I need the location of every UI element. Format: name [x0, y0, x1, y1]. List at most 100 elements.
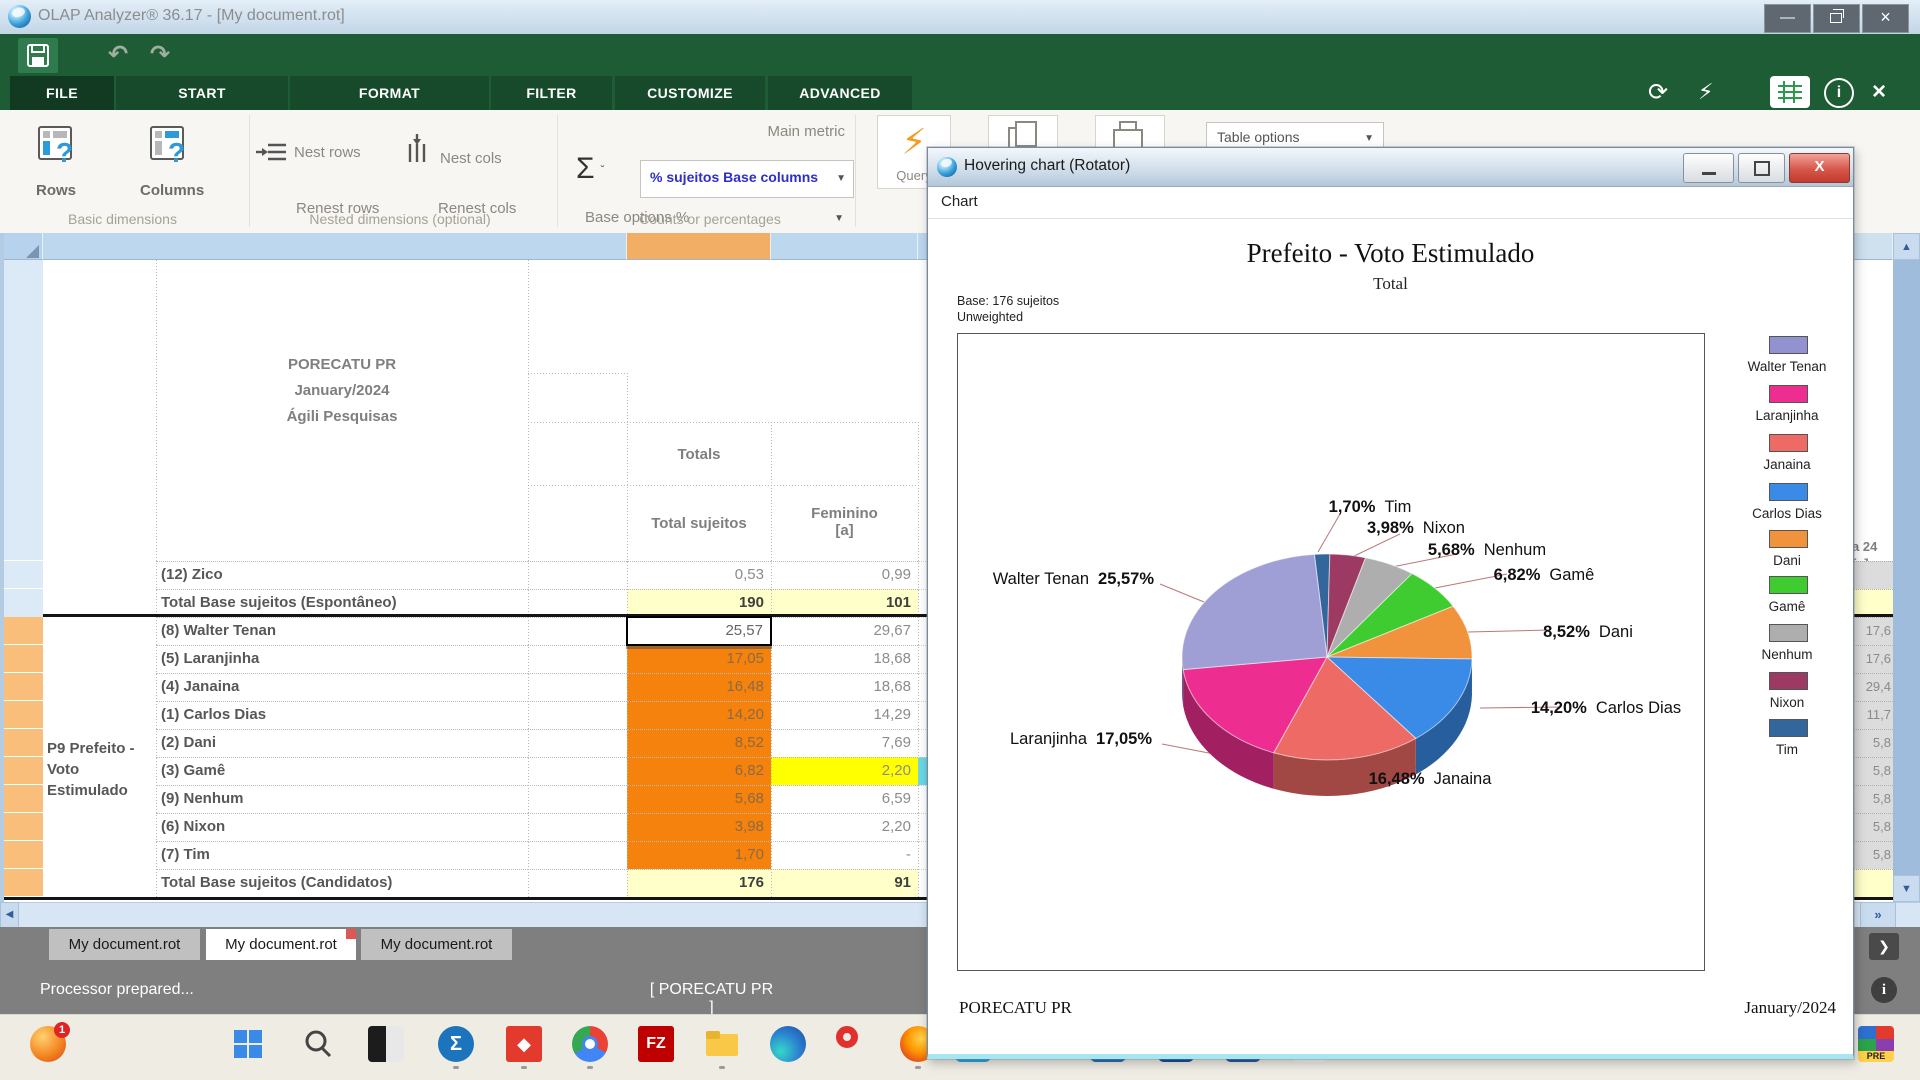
nest-cols-button[interactable]: Nest cols — [440, 150, 502, 167]
empty-cell[interactable] — [528, 589, 627, 617]
document-tab[interactable]: My document.rot — [206, 929, 356, 960]
partial-column-cell[interactable]: 11,7 — [1852, 701, 1893, 729]
feminino-cell[interactable]: - — [771, 841, 918, 869]
feminino-cell[interactable]: 2,20 — [771, 813, 918, 841]
row-label[interactable]: (12) Zico — [156, 561, 528, 589]
hover-minimize-button[interactable] — [1683, 153, 1734, 183]
feminino-cell[interactable]: 6,59 — [771, 785, 918, 813]
restore-button[interactable] — [1813, 4, 1860, 33]
total-sujeitos-cell[interactable]: 6,82 — [627, 757, 771, 785]
partial-column-cell[interactable]: 17,6 — [1852, 617, 1893, 645]
empty-cell[interactable] — [528, 841, 627, 869]
ribbon-tab-start[interactable]: START — [116, 76, 288, 110]
empty-cell[interactable] — [528, 757, 627, 785]
row-band-cell[interactable] — [0, 645, 43, 673]
pie-slice-walter-tenan[interactable] — [1182, 554, 1327, 669]
total-sujeitos-cell[interactable]: 5,68 — [627, 785, 771, 813]
column-header-band[interactable] — [1852, 233, 1893, 260]
row-band-cell[interactable] — [0, 729, 43, 757]
scroll-expand-icon[interactable]: » — [1860, 902, 1896, 928]
column-header-band[interactable] — [771, 233, 918, 260]
row-label[interactable]: (3) Gamê — [156, 757, 528, 785]
taskbar-notification-browser-icon[interactable]: 1 — [30, 1026, 66, 1062]
run-lightning-icon[interactable]: ⚡ — [1698, 79, 1713, 105]
redo-button[interactable]: ↷ — [150, 40, 170, 70]
feminino-cell[interactable]: 0,99 — [771, 561, 918, 589]
taskbar-olap-sigma-icon[interactable]: Σ — [438, 1026, 474, 1062]
vertical-scrollbar[interactable] — [1893, 233, 1920, 902]
taskbar-opera-icon[interactable] — [836, 1026, 858, 1048]
row-label[interactable]: (8) Walter Tenan — [156, 617, 528, 645]
panel-chevron-icon[interactable]: ❯ — [1869, 933, 1899, 960]
partial-column-cell[interactable]: 17,6 — [1852, 645, 1893, 673]
metric-dropdown[interactable]: % sujeitos Base columns ▼ — [640, 160, 854, 198]
columns-button[interactable]: ? — [148, 124, 188, 171]
row-band-cell[interactable] — [0, 757, 43, 785]
partial-column-cell[interactable] — [1852, 561, 1893, 589]
hover-close-button[interactable]: X — [1789, 153, 1850, 183]
partial-column-cell[interactable]: 5,8 — [1852, 729, 1893, 757]
feminino-cell[interactable]: 91 — [771, 869, 918, 897]
row-label[interactable]: (7) Tim — [156, 841, 528, 869]
row-label[interactable]: (5) Laranjinha — [156, 645, 528, 673]
scroll-down-icon[interactable]: ▼ — [1893, 875, 1920, 902]
feminino-cell[interactable]: 18,68 — [771, 645, 918, 673]
ribbon-tab-customize[interactable]: CUSTOMIZE — [615, 76, 765, 110]
column-header-band[interactable] — [627, 233, 771, 260]
selected-cell[interactable]: 25,57 — [626, 616, 772, 646]
feminino-cell[interactable]: 7,69 — [771, 729, 918, 757]
partial-column-cell[interactable]: 5,8 — [1852, 841, 1893, 869]
grid-options-icon[interactable] — [1770, 76, 1810, 108]
nest-rows-button[interactable]: Nest rows — [294, 144, 361, 161]
empty-cell[interactable] — [528, 561, 627, 589]
taskbar-search-icon[interactable] — [300, 1026, 336, 1062]
taskbar-edge-icon[interactable] — [770, 1026, 806, 1062]
row-label[interactable]: (6) Nixon — [156, 813, 528, 841]
total-sujeitos-cell[interactable]: 16,48 — [627, 673, 771, 701]
partial-column-cell[interactable]: 29,4 — [1852, 673, 1893, 701]
empty-cell[interactable] — [528, 869, 627, 897]
close-button[interactable]: × — [1862, 4, 1909, 33]
row-label[interactable]: Total Base sujeitos (Espontâneo) — [156, 589, 528, 617]
document-tab[interactable]: My document.rot — [361, 929, 512, 960]
total-sujeitos-cell[interactable]: 1,70 — [627, 841, 771, 869]
empty-cell[interactable] — [528, 729, 627, 757]
partial-column-cell[interactable]: 5,8 — [1852, 813, 1893, 841]
total-sujeitos-cell[interactable]: 0,53 — [627, 561, 771, 589]
total-sujeitos-cell[interactable]: 190 — [627, 589, 771, 617]
empty-cell[interactable] — [528, 813, 627, 841]
row-label[interactable]: (4) Janaina — [156, 673, 528, 701]
column-header-band[interactable] — [43, 233, 627, 260]
save-button[interactable] — [18, 38, 58, 73]
taskbar-filezilla-icon[interactable]: FZ — [638, 1026, 674, 1062]
row-band-cell[interactable] — [0, 869, 43, 897]
empty-cell[interactable] — [528, 617, 627, 645]
total-sujeitos-cell[interactable]: 14,20 — [627, 701, 771, 729]
sigma-metric-button[interactable]: Σˇ — [576, 152, 599, 186]
empty-cell[interactable] — [528, 701, 627, 729]
taskbar-chrome-icon[interactable] — [572, 1026, 608, 1062]
rows-button[interactable]: ? — [36, 124, 76, 171]
hover-maximize-button[interactable] — [1738, 153, 1785, 183]
total-sujeitos-cell[interactable]: 17,05 — [627, 645, 771, 673]
partial-column-cell[interactable]: 5,8 — [1852, 785, 1893, 813]
empty-cell[interactable] — [528, 673, 627, 701]
undo-button[interactable]: ↶ — [108, 40, 128, 70]
taskbar-red-diamond-icon[interactable]: ◆ — [506, 1026, 542, 1062]
row-label[interactable]: (1) Carlos Dias — [156, 701, 528, 729]
row-label[interactable]: (9) Nenhum — [156, 785, 528, 813]
row-label[interactable]: (2) Dani — [156, 729, 528, 757]
row-band-cell[interactable] — [0, 701, 43, 729]
ribbon-tab-file[interactable]: FILE — [10, 76, 114, 110]
row-band-cell[interactable] — [0, 841, 43, 869]
feminino-cell[interactable]: 18,68 — [771, 673, 918, 701]
status-info-icon[interactable]: i — [1871, 977, 1897, 1003]
tray-pre-icon[interactable]: PRE — [1858, 1026, 1894, 1062]
partial-column-cell[interactable]: 5,8 — [1852, 757, 1893, 785]
hover-window-titlebar[interactable]: Hovering chart (Rotator) X — [928, 148, 1853, 187]
taskbar-start-icon[interactable] — [230, 1026, 266, 1062]
feminino-cell[interactable]: 101 — [771, 589, 918, 617]
feminino-cell[interactable]: 14,29 — [771, 701, 918, 729]
ribbon-tab-filter[interactable]: FILTER — [491, 76, 612, 110]
empty-cell[interactable] — [528, 645, 627, 673]
